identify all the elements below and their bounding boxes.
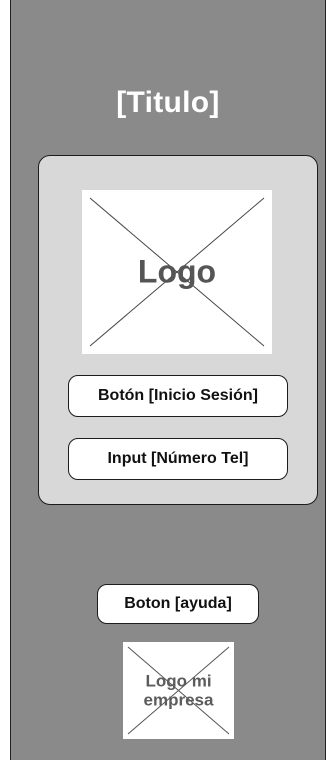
help-button[interactable]: Boton [ayuda] — [97, 584, 259, 624]
logo-label: Logo — [137, 253, 217, 290]
page-title: [Titulo] — [116, 86, 220, 119]
logo-placeholder: Logo — [82, 190, 272, 354]
company-logo-placeholder: Logo mi empresa — [123, 642, 234, 739]
phone-number-input[interactable]: Input [Número Tel] — [68, 438, 288, 480]
company-logo-label: Logo mi empresa — [143, 670, 214, 710]
login-button[interactable]: Botón [Inicio Sesión] — [68, 375, 288, 417]
